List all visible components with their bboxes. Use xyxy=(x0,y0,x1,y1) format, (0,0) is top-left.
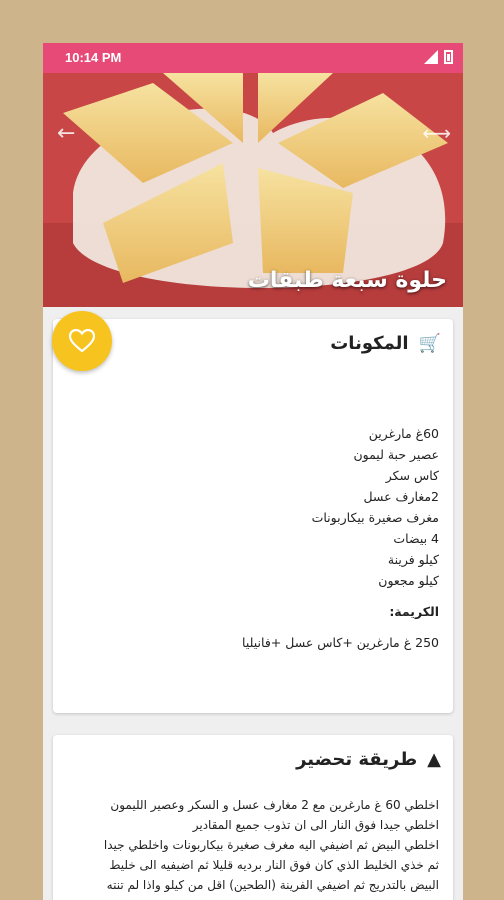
battery-icon xyxy=(444,50,453,64)
favorite-button[interactable] xyxy=(52,311,112,371)
status-bar: 10:14 PM xyxy=(43,43,463,73)
preparation-line: اخلطي جيدا فوق النار الى ان تذوب جميع ال… xyxy=(192,818,439,832)
preparation-steps: اخلطي 60 غ مارغرين مع 2 مغارف عسل و السك… xyxy=(69,795,439,895)
preparation-card: ▲ طريقة تحضير اخلطي 60 غ مارغرين مع 2 مغ… xyxy=(53,735,453,900)
status-time: 10:14 PM xyxy=(65,50,122,65)
preparation-line: البيض بالتدريج ثم اضيفي الفرينة (الطحين)… xyxy=(106,878,439,892)
cloche-icon: ▲ xyxy=(427,749,441,770)
ingredients-card: 🛒 المكونات 60غ مارغرين عصير حبة ليمون كا… xyxy=(53,319,453,713)
preparation-line: اخلطي البيض ثم اضيفي اليه مغرف صغيرة بيك… xyxy=(103,838,439,852)
ingredient-item: مغرف صغيرة بيكاربونات xyxy=(311,510,439,525)
ingredient-item: 2مغارف عسل xyxy=(363,489,439,504)
ingredients-heading: المكونات xyxy=(330,333,409,354)
cream-heading: الكريمة: xyxy=(389,604,439,619)
status-icons xyxy=(424,50,453,64)
basket-icon: 🛒 xyxy=(418,333,441,354)
ingredient-item: عصير حبة ليمون xyxy=(353,447,439,462)
ingredient-item: كاس سكر xyxy=(385,468,439,483)
share-icon[interactable]: ⟷ xyxy=(422,121,451,145)
heart-outline-icon xyxy=(69,329,95,353)
ingredient-item: كيلو فرينة xyxy=(387,552,439,567)
recipe-title: حلوة سبعة طبقات xyxy=(247,268,447,293)
ingredient-item: كيلو مجعون xyxy=(378,573,439,588)
app-screen: 10:14 PM ← ⟷ حلوة سبعة طبقات 🛒 المكونات … xyxy=(43,43,463,900)
preparation-header: ▲ طريقة تحضير xyxy=(296,749,441,770)
preparation-line: ثم خذي الخليط الذي كان فوق النار برديه ق… xyxy=(109,858,439,872)
back-arrow-icon[interactable]: ← xyxy=(57,121,75,146)
signal-icon xyxy=(424,50,438,64)
ingredients-list: 60غ مارغرين عصير حبة ليمون كاس سكر 2مغار… xyxy=(242,423,439,653)
ingredient-item: 4 بيضات xyxy=(393,531,439,546)
recipe-header-image: ← ⟷ حلوة سبعة طبقات xyxy=(43,73,463,307)
preparation-heading: طريقة تحضير xyxy=(296,749,418,770)
cream-item: 250 غ مارغرين +كاس عسل +فانيليا xyxy=(242,635,439,650)
preparation-line: اخلطي 60 غ مارغرين مع 2 مغارف عسل و السك… xyxy=(110,798,439,812)
ingredient-item: 60غ مارغرين xyxy=(368,426,439,441)
ingredients-header: 🛒 المكونات xyxy=(330,333,441,354)
